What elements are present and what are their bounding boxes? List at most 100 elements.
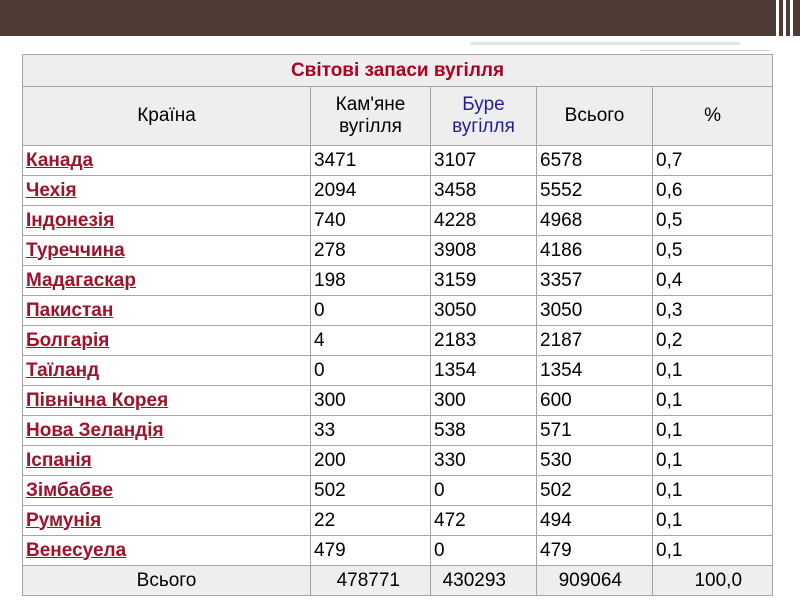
country-link[interactable]: Іспанія	[26, 450, 92, 471]
coal-reserves-table: Світові запаси вугілля Країна Кам'яне ву…	[21, 54, 774, 596]
cell-hard-coal: 502	[310, 475, 431, 506]
table-body: Канада 3471 3107 6578 0,7 Чехія 2094 3458 5552 0,…	[22, 145, 774, 566]
cell-brown-coal: 3107	[430, 145, 537, 176]
cell-percent: 0,1	[651, 415, 774, 446]
header-percent: %	[651, 86, 774, 146]
cell-brown-coal: 330	[430, 445, 537, 476]
cell-total: 571	[536, 415, 653, 446]
totals-brown: 430293	[430, 565, 537, 596]
cell-total: 494	[536, 505, 653, 536]
country-link[interactable]: Чехія	[26, 180, 77, 201]
cell-total: 3050	[536, 295, 653, 326]
cell-percent: 0,5	[651, 235, 774, 266]
decor-stripe	[776, 0, 779, 36]
table-row: Індонезія 740 4228 4968 0,5	[22, 205, 774, 236]
cell-brown-coal: 2183	[430, 325, 537, 356]
totals-row: Всього 478771 430293 909064 100,0	[22, 565, 774, 596]
cell-total: 502	[536, 475, 653, 506]
table-row: Чехія 2094 3458 5552 0,6	[22, 175, 774, 206]
cell-brown-coal: 472	[430, 505, 537, 536]
table-row: Туреччина 278 3908 4186 0,5	[22, 235, 774, 266]
cell-percent: 0,3	[651, 295, 774, 326]
table-row: Зімбабве 502 0 502 0,1	[22, 475, 774, 506]
country-link[interactable]: Венесуела	[26, 540, 126, 561]
cell-total: 2187	[536, 325, 653, 356]
cell-total: 4186	[536, 235, 653, 266]
cell-total: 1354	[536, 355, 653, 386]
country-link[interactable]: Таїланд	[26, 360, 99, 381]
cell-total: 479	[536, 535, 653, 566]
country-link[interactable]: Зімбабве	[26, 480, 113, 501]
cell-total: 530	[536, 445, 653, 476]
table-cell: Туреччина	[22, 235, 311, 266]
table-cell: Мадагаскар	[22, 265, 311, 296]
header-hard-coal: Кам'яне вугілля	[310, 86, 431, 146]
cell-hard-coal: 22	[310, 505, 431, 536]
cell-brown-coal: 3908	[430, 235, 537, 266]
cell-hard-coal: 3471	[310, 145, 431, 176]
cell-percent: 0,7	[651, 145, 774, 176]
cell-hard-coal: 479	[310, 535, 431, 566]
cell-hard-coal: 278	[310, 235, 431, 266]
cell-percent: 0,1	[651, 385, 774, 416]
cell-percent: 0,1	[651, 475, 774, 506]
cell-total: 600	[536, 385, 653, 416]
top-decorative-band	[0, 0, 800, 36]
cell-hard-coal: 740	[310, 205, 431, 236]
country-link[interactable]: Індонезія	[26, 210, 114, 231]
country-link[interactable]: Мадагаскар	[26, 270, 136, 291]
cell-hard-coal: 0	[310, 355, 431, 386]
cell-total: 3357	[536, 265, 653, 296]
table-title: Світові запаси вугілля	[21, 54, 774, 87]
table-row: Нова Зеландія 33 538 571 0,1	[22, 415, 774, 446]
header-country: Країна	[22, 86, 311, 146]
cell-hard-coal: 0	[310, 295, 431, 326]
table-cell: Нова Зеландія	[22, 415, 311, 446]
cell-brown-coal: 3458	[430, 175, 537, 206]
country-link[interactable]: Нова Зеландія	[26, 420, 164, 441]
country-link[interactable]: Туреччина	[26, 240, 125, 261]
cell-brown-coal: 538	[430, 415, 537, 446]
table-row: Північна Корея 300 300 600 0,1	[22, 385, 774, 416]
table-row: Таїланд 0 1354 1354 0,1	[22, 355, 774, 386]
cell-brown-coal: 300	[430, 385, 537, 416]
cell-brown-coal: 4228	[430, 205, 537, 236]
table-cell: Північна Корея	[22, 385, 311, 416]
country-link[interactable]: Румунія	[26, 510, 101, 531]
totals-hard: 478771	[310, 565, 431, 596]
cell-hard-coal: 33	[310, 415, 431, 446]
totals-percent: 100,0	[651, 565, 774, 596]
country-link[interactable]: Болгарія	[26, 330, 109, 351]
cell-hard-coal: 198	[310, 265, 431, 296]
cell-brown-coal: 0	[430, 475, 537, 506]
decor-stripe	[783, 0, 786, 36]
table-row: Венесуела 479 0 479 0,1	[22, 535, 774, 566]
cell-hard-coal: 2094	[310, 175, 431, 206]
table-cell: Венесуела	[22, 535, 311, 566]
cell-total: 6578	[536, 145, 653, 176]
table-cell: Індонезія	[22, 205, 311, 236]
cell-percent: 0,1	[651, 445, 774, 476]
table-cell: Пакистан	[22, 295, 311, 326]
table-cell: Канада	[22, 145, 311, 176]
cell-brown-coal: 1354	[430, 355, 537, 386]
totals-total: 909064	[536, 565, 653, 596]
country-link[interactable]: Канада	[26, 150, 93, 171]
decor-line	[470, 42, 740, 45]
country-link[interactable]: Пакистан	[26, 300, 113, 321]
cell-percent: 0,2	[651, 325, 774, 356]
header-brown-coal: Буре вугілля	[430, 86, 537, 146]
cell-percent: 0,4	[651, 265, 774, 296]
cell-brown-coal: 3050	[430, 295, 537, 326]
cell-brown-coal: 0	[430, 535, 537, 566]
cell-percent: 0,5	[651, 205, 774, 236]
cell-total: 4968	[536, 205, 653, 236]
cell-percent: 0,1	[651, 535, 774, 566]
cell-percent: 0,1	[651, 505, 774, 536]
cell-percent: 0,6	[651, 175, 774, 206]
table-cell: Зімбабве	[22, 475, 311, 506]
table-cell: Таїланд	[22, 355, 311, 386]
decor-stripe	[790, 0, 793, 36]
country-link[interactable]: Північна Корея	[26, 390, 168, 411]
table-row: Мадагаскар 198 3159 3357 0,4	[22, 265, 774, 296]
